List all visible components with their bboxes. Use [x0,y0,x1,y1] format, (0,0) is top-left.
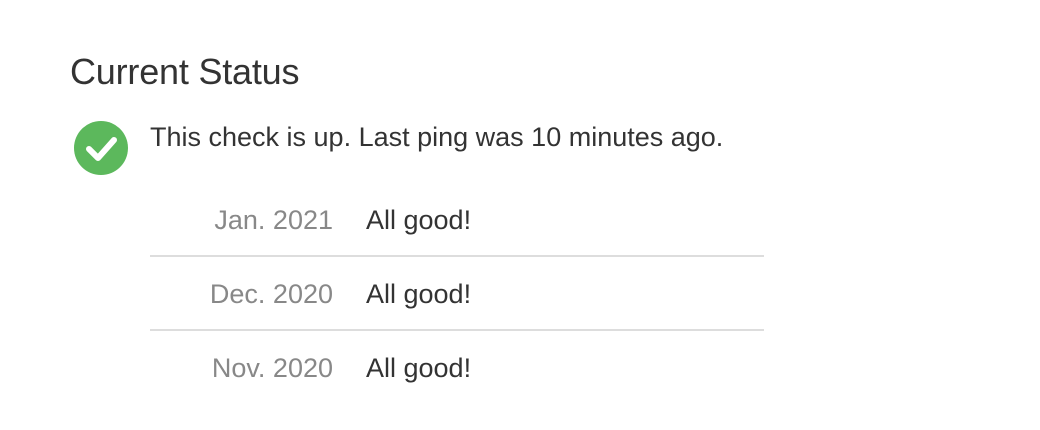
section-title: Current Status [70,51,300,92]
check-circle-icon [74,121,128,175]
history-status: All good! [366,279,472,309]
status-line: This check is up. Last ping was 10 minut… [70,120,970,176]
history-status: All good! [366,205,472,235]
status-message: This check is up. Last ping was 10 minut… [150,122,724,152]
history-date: Dec. 2020 [209,279,333,309]
status-history-list: Jan. 2021 All good! Dec. 2020 All good! … [150,183,764,405]
current-status-section: Current Status This check is up. Last pi… [70,50,970,383]
history-row: Jan. 2021 All good! [150,183,764,257]
history-date: Nov. 2020 [211,353,333,383]
history-row: Dec. 2020 All good! [150,257,764,331]
history-date: Jan. 2021 [214,205,333,235]
history-row: Nov. 2020 All good! [150,331,764,405]
history-status: All good! [366,353,472,383]
